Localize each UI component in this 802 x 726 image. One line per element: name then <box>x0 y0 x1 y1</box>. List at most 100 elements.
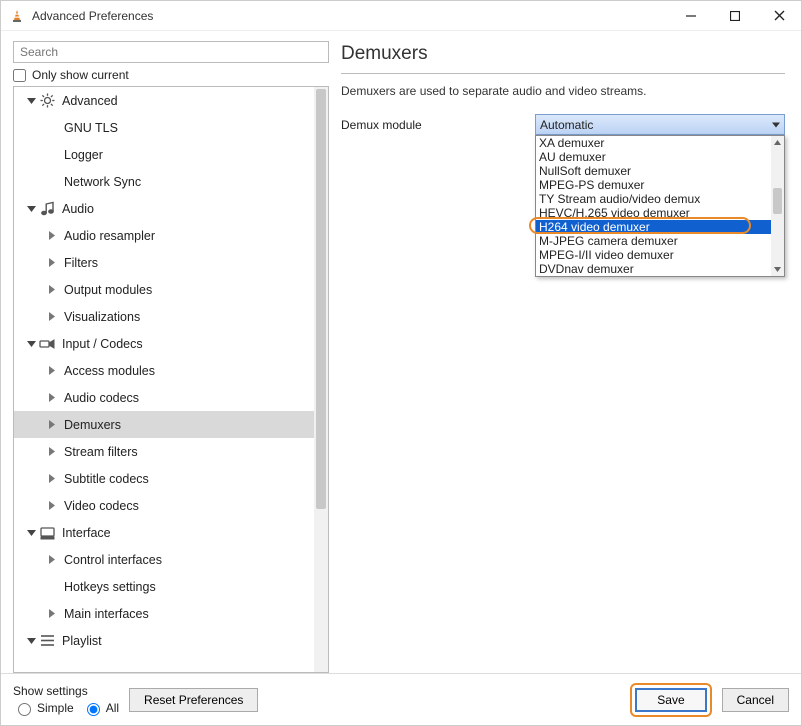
chevron-right-icon[interactable] <box>44 472 58 486</box>
window: Advanced Preferences Only show current A… <box>0 0 802 726</box>
dropdown-option[interactable]: MPEG-PS demuxer <box>536 178 771 192</box>
note-icon <box>38 201 56 217</box>
tree-item-label: Output modules <box>64 283 152 297</box>
search-input[interactable] <box>13 41 329 63</box>
demux-module-row: Demux module Automatic XA demuxerAU demu… <box>341 114 785 135</box>
tree-wrap: Advanced GNU TLS Logger Network Sync Audio Au… <box>13 86 329 673</box>
tree-item-subtitle-codecs[interactable]: Subtitle codecs <box>14 465 314 492</box>
tree-item-video-codecs[interactable]: Video codecs <box>14 492 314 519</box>
tree-item-label: Demuxers <box>64 418 121 432</box>
show-settings-group: Show settings Simple All <box>13 684 119 716</box>
chevron-right-icon[interactable] <box>44 283 58 297</box>
chevron-down-icon[interactable] <box>24 94 38 108</box>
tree-item-audio-codecs[interactable]: Audio codecs <box>14 384 314 411</box>
content: Only show current Advanced GNU TLS Logger N… <box>1 31 801 673</box>
tree-item-label: Logger <box>64 148 103 162</box>
interface-icon <box>38 525 56 541</box>
dropdown-option[interactable]: H264 video demuxer <box>536 220 771 234</box>
dropdown-option[interactable]: TY Stream audio/video demux <box>536 192 771 206</box>
only-show-current-row[interactable]: Only show current <box>13 68 329 82</box>
tree-item-output-modules[interactable]: Output modules <box>14 276 314 303</box>
radio-simple[interactable]: Simple <box>13 700 74 716</box>
app-cone-icon <box>9 8 25 24</box>
tree-item-audio-resampler[interactable]: Audio resampler <box>14 222 314 249</box>
chevron-right-icon[interactable] <box>44 499 58 513</box>
tree-scrollbar-thumb[interactable] <box>316 89 326 509</box>
demux-module-combobox[interactable]: Automatic <box>535 114 785 135</box>
tree-item-network-sync[interactable]: Network Sync <box>14 168 314 195</box>
tree-item-label: Playlist <box>62 634 102 648</box>
tree-item-playlist[interactable]: Playlist <box>14 627 314 654</box>
tree-item-label: Subtitle codecs <box>64 472 149 486</box>
tree-item-label: Audio resampler <box>64 229 155 243</box>
reset-preferences-button[interactable]: Reset Preferences <box>129 688 258 712</box>
tree-item-hotkeys-settings[interactable]: Hotkeys settings <box>14 573 314 600</box>
demux-module-dropdown[interactable]: XA demuxerAU demuxerNullSoft demuxerMPEG… <box>535 135 785 277</box>
chevron-right-icon[interactable] <box>44 364 58 378</box>
codec-icon <box>38 336 56 352</box>
tree-item-access-modules[interactable]: Access modules <box>14 357 314 384</box>
save-button[interactable]: Save <box>635 688 706 712</box>
radio-all[interactable]: All <box>82 700 119 716</box>
dropdown-option[interactable]: HEVC/H.265 video demuxer <box>536 206 771 220</box>
tree-item-filters[interactable]: Filters <box>14 249 314 276</box>
right-panel: Demuxers Demuxers are used to separate a… <box>341 41 789 673</box>
tree-item-gnu-tls[interactable]: GNU TLS <box>14 114 314 141</box>
tree-item-label: GNU TLS <box>64 121 118 135</box>
tree-item-logger[interactable]: Logger <box>14 141 314 168</box>
tree-item-label: Video codecs <box>64 499 139 513</box>
dropdown-option[interactable]: MPEG-I/II video demuxer <box>536 248 771 262</box>
window-title: Advanced Preferences <box>32 9 669 23</box>
close-button[interactable] <box>757 1 801 30</box>
chevron-right-icon[interactable] <box>44 256 58 270</box>
chevron-right-icon[interactable] <box>44 553 58 567</box>
tree-item-label: Input / Codecs <box>62 337 143 351</box>
tree-item-input-codecs[interactable]: Input / Codecs <box>14 330 314 357</box>
bottom-bar: Show settings Simple All Reset Preferenc… <box>1 673 801 725</box>
tree-item-demuxers[interactable]: Demuxers <box>14 411 314 438</box>
dropdown-option[interactable]: M-JPEG camera demuxer <box>536 234 771 248</box>
scroll-down-icon[interactable] <box>771 263 784 276</box>
tree-item-advanced[interactable]: Advanced <box>14 87 314 114</box>
radio-all-input[interactable] <box>87 703 100 716</box>
chevron-right-icon[interactable] <box>44 391 58 405</box>
tree-item-interface[interactable]: Interface <box>14 519 314 546</box>
tree-item-label: Interface <box>62 526 111 540</box>
page-title: Demuxers <box>341 41 785 74</box>
tree-scrollbar[interactable] <box>314 87 328 672</box>
dropdown-scrollbar-thumb[interactable] <box>773 188 782 214</box>
tree-item-audio[interactable]: Audio <box>14 195 314 222</box>
tree-item-control-interfaces[interactable]: Control interfaces <box>14 546 314 573</box>
minimize-button[interactable] <box>669 1 713 30</box>
playlist-icon <box>38 633 56 649</box>
chevron-right-icon[interactable] <box>44 310 58 324</box>
dropdown-option[interactable]: DVDnav demuxer <box>536 262 771 276</box>
tree-item-main-interfaces[interactable]: Main interfaces <box>14 600 314 627</box>
window-controls <box>669 1 801 30</box>
radio-simple-input[interactable] <box>18 703 31 716</box>
chevron-down-icon[interactable] <box>24 337 38 351</box>
chevron-right-icon[interactable] <box>44 445 58 459</box>
tree-item-label: Advanced <box>62 94 118 108</box>
dropdown-option[interactable]: AU demuxer <box>536 150 771 164</box>
tree-item-label: Audio <box>62 202 94 216</box>
chevron-down-icon[interactable] <box>24 526 38 540</box>
tree-item-label: Filters <box>64 256 98 270</box>
chevron-right-icon[interactable] <box>44 418 58 432</box>
chevron-down-icon[interactable] <box>24 634 38 648</box>
only-show-current-checkbox[interactable] <box>13 69 26 82</box>
tree-item-label: Main interfaces <box>64 607 149 621</box>
chevron-right-icon[interactable] <box>44 229 58 243</box>
chevron-down-icon[interactable] <box>24 202 38 216</box>
only-show-current-label: Only show current <box>32 68 129 82</box>
scroll-up-icon[interactable] <box>771 136 784 149</box>
tree-item-stream-filters[interactable]: Stream filters <box>14 438 314 465</box>
maximize-button[interactable] <box>713 1 757 30</box>
dropdown-option[interactable]: NullSoft demuxer <box>536 164 771 178</box>
tree-item-visualizations[interactable]: Visualizations <box>14 303 314 330</box>
cancel-button[interactable]: Cancel <box>722 688 789 712</box>
dropdown-scrollbar[interactable] <box>771 136 784 276</box>
chevron-right-icon[interactable] <box>44 607 58 621</box>
dropdown-option[interactable]: XA demuxer <box>536 136 771 150</box>
preferences-tree[interactable]: Advanced GNU TLS Logger Network Sync Audio Au… <box>14 87 314 672</box>
